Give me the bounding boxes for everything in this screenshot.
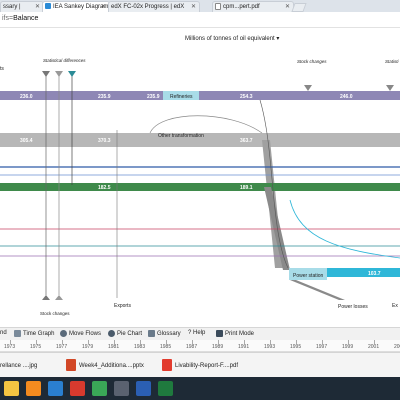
glossary-icon <box>148 330 155 337</box>
power-station-label: Power station <box>293 273 324 279</box>
timeline-year[interactable]: 1981 <box>108 344 119 350</box>
acrobat-icon[interactable] <box>70 381 85 396</box>
statistical-right-label: Statisti <box>385 59 400 64</box>
stat-marker-icon <box>55 71 63 77</box>
power-output-flow <box>327 268 400 277</box>
pie-chart-icon <box>108 330 115 337</box>
settings-icon[interactable] <box>114 381 129 396</box>
timeline-year[interactable]: 1993 <box>264 344 275 350</box>
stat-bottom-marker-icon <box>55 295 63 300</box>
left-label: ts <box>0 66 4 72</box>
stock-changes-bottom-label: Stock changes <box>40 311 70 316</box>
coal-flow <box>0 183 400 191</box>
timeline-year[interactable]: 1995 <box>290 344 301 350</box>
oil-marker-icon <box>68 71 76 77</box>
stock-top-marker-icon <box>304 85 312 91</box>
pie-chart-button[interactable]: Pie Chart <box>108 330 142 337</box>
time-graph-icon <box>14 330 21 337</box>
timeline-year[interactable]: 1991 <box>238 344 249 350</box>
move-flows-icon <box>60 330 67 337</box>
pptx-file-icon <box>66 359 76 372</box>
timeline-year[interactable]: 2003 <box>394 344 400 350</box>
file-explorer-icon[interactable] <box>4 381 19 396</box>
diagram-toolbar: nd Time Graph Move Flows Pie Chart Gloss… <box>0 327 400 341</box>
oil-value-2: 235.9 <box>98 94 111 100</box>
print-mode-button[interactable]: Print Mode <box>216 330 254 337</box>
power-losses-label: Power losses <box>338 304 368 310</box>
timeline-year[interactable]: 1987 <box>186 344 197 350</box>
download-item-pdf[interactable]: Livability-Report-F....pdf <box>162 359 238 373</box>
right-cut-label: Ex <box>392 303 398 309</box>
download-item-pptx[interactable]: Week4_Additiona....pptx <box>66 359 144 373</box>
oil-value-4: 254.3 <box>240 94 253 100</box>
legend-button[interactable]: nd <box>0 330 7 336</box>
word-icon[interactable] <box>136 381 151 396</box>
illustrator-icon[interactable] <box>26 381 41 396</box>
print-icon <box>216 330 223 337</box>
year-timeline-slider[interactable]: 1973 1975 1977 1979 1981 1983 1985 1987 1989 1991… <box>0 340 400 352</box>
download-item-jpg[interactable]: rellance ....jpg <box>0 359 37 373</box>
stock-bottom-marker-icon <box>42 295 50 300</box>
exports-label: Exports <box>114 303 131 309</box>
timeline-year[interactable]: 1973 <box>4 344 15 350</box>
chrome-icon[interactable] <box>92 381 107 396</box>
os-taskbar <box>0 377 400 400</box>
coal-value-2: 189.1 <box>240 185 253 191</box>
stock-marker-icon <box>42 71 50 77</box>
gas-value-3: 363.7 <box>240 138 253 144</box>
other-transformation-label: Other transformation <box>158 133 204 139</box>
statistical-differences-label: Statistical differences <box>43 58 86 63</box>
oil-value-5: 246.0 <box>340 94 353 100</box>
photoshop-icon[interactable] <box>48 381 63 396</box>
timeline-year[interactable]: 1977 <box>56 344 67 350</box>
time-graph-button[interactable]: Time Graph <box>14 330 54 337</box>
help-button[interactable]: ? Help <box>188 330 205 336</box>
timeline-year[interactable]: 2001 <box>368 344 379 350</box>
gas-value-1: 305.4 <box>20 138 33 144</box>
oil-value-3: 235.9 <box>147 94 160 100</box>
stat-right-marker-icon <box>386 85 394 91</box>
coal-value-1: 182.5 <box>98 185 111 191</box>
timeline-year[interactable]: 1975 <box>30 344 41 350</box>
glossary-button[interactable]: Glossary <box>148 330 181 337</box>
refineries-label: Refineries <box>170 94 193 100</box>
stock-changes-top-label: Stock changes <box>297 59 327 64</box>
power-output-value: 103.7 <box>368 271 381 277</box>
move-flows-button[interactable]: Move Flows <box>60 330 101 337</box>
download-shelf: rellance ....jpg Week4_Additiona....pptx… <box>0 352 400 377</box>
gas-curve <box>149 115 263 134</box>
power-losses-flow <box>290 280 345 300</box>
oil-value-1: 236.0 <box>20 94 33 100</box>
timeline-year[interactable]: 1979 <box>82 344 93 350</box>
timeline-year[interactable]: 1989 <box>212 344 223 350</box>
timeline-year[interactable]: 1997 <box>316 344 327 350</box>
pdf-file-icon <box>162 359 172 372</box>
gas-value-2: 370.3 <box>98 138 111 144</box>
timeline-year[interactable]: 1999 <box>342 344 353 350</box>
timeline-year[interactable]: 1985 <box>160 344 171 350</box>
timeline-year[interactable]: 1983 <box>134 344 145 350</box>
excel-icon[interactable] <box>158 381 173 396</box>
